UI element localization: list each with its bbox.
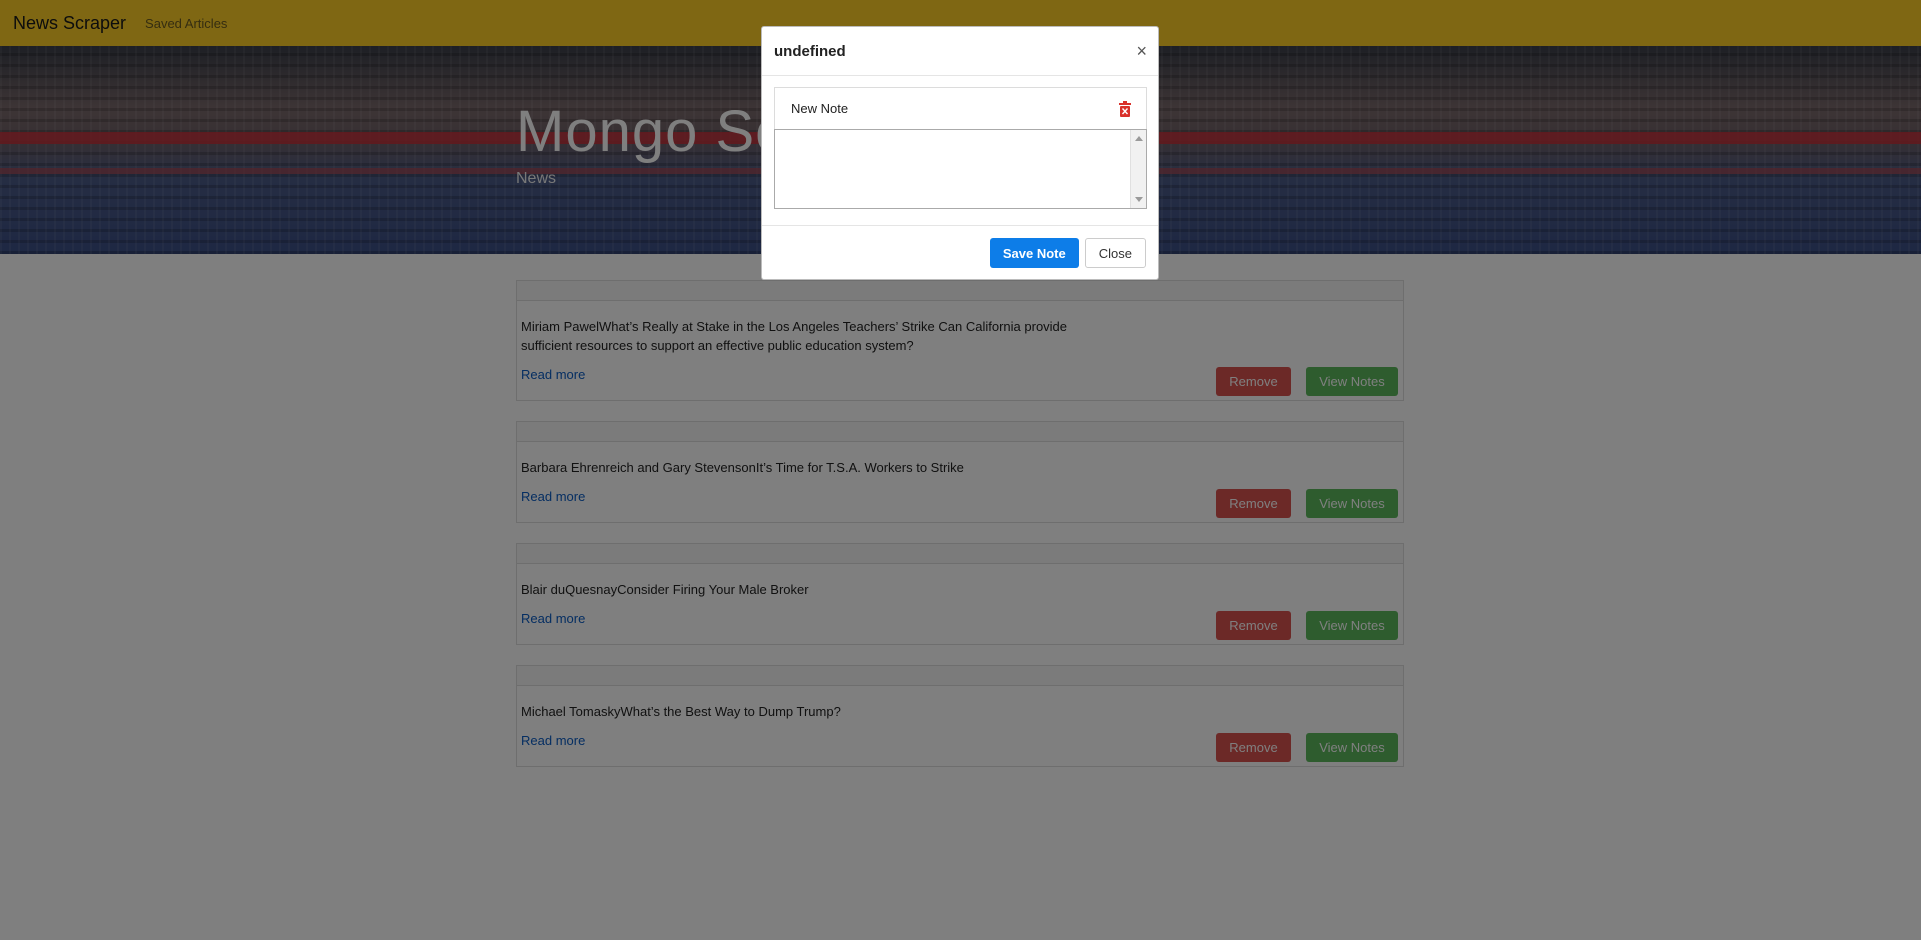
- trash-icon[interactable]: [1118, 100, 1132, 117]
- modal-title: undefined: [774, 42, 846, 60]
- note-textarea[interactable]: [775, 130, 1146, 208]
- scroll-down-icon[interactable]: [1135, 197, 1143, 202]
- note-item: New Note: [774, 87, 1147, 129]
- scroll-up-icon[interactable]: [1135, 136, 1143, 141]
- modal-body: New Note: [762, 76, 1158, 226]
- modal-footer: Save Note Close: [762, 226, 1158, 280]
- modal-header: undefined ×: [762, 27, 1158, 76]
- note-label: New Note: [791, 101, 849, 116]
- save-note-button[interactable]: Save Note: [989, 238, 1079, 268]
- textarea-scrollbar[interactable]: [1130, 130, 1146, 208]
- notes-modal: undefined × New Note Save Note Close: [761, 26, 1159, 280]
- close-icon[interactable]: ×: [1136, 42, 1147, 60]
- close-button[interactable]: Close: [1084, 238, 1146, 268]
- note-textarea-wrapper: [774, 129, 1147, 209]
